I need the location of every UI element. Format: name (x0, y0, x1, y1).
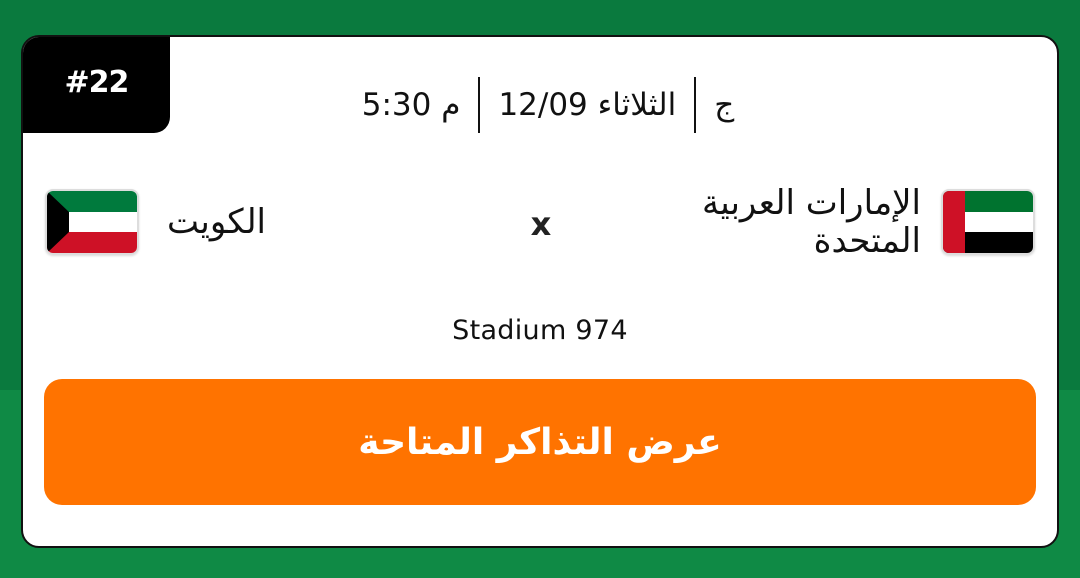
stadium-name: Stadium 974 (452, 315, 628, 346)
match-time: 5:30 م (361, 87, 461, 123)
kuwait-flag-icon (45, 189, 139, 255)
home-team-name: الإمارات العربية المتحدة (701, 183, 921, 261)
away-team: الكويت (45, 182, 266, 262)
view-available-tickets-button[interactable]: عرض التذاكر المتاحة (44, 379, 1036, 505)
versus-label: x (530, 205, 552, 243)
match-day-code: ج (714, 87, 735, 123)
match-date: الثلاثاء 12/09 (498, 87, 677, 123)
match-card: #22 5:30 م الثلاثاء 12/09 ج الكويت x الإ… (21, 35, 1059, 548)
uae-flag-icon (941, 189, 1035, 255)
match-datetime: 5:30 م الثلاثاء 12/09 ج (323, 77, 773, 133)
match-number-badge: #22 (23, 37, 170, 133)
away-team-name: الكويت (167, 202, 266, 242)
home-team: الإمارات العربية المتحدة (671, 182, 1035, 262)
